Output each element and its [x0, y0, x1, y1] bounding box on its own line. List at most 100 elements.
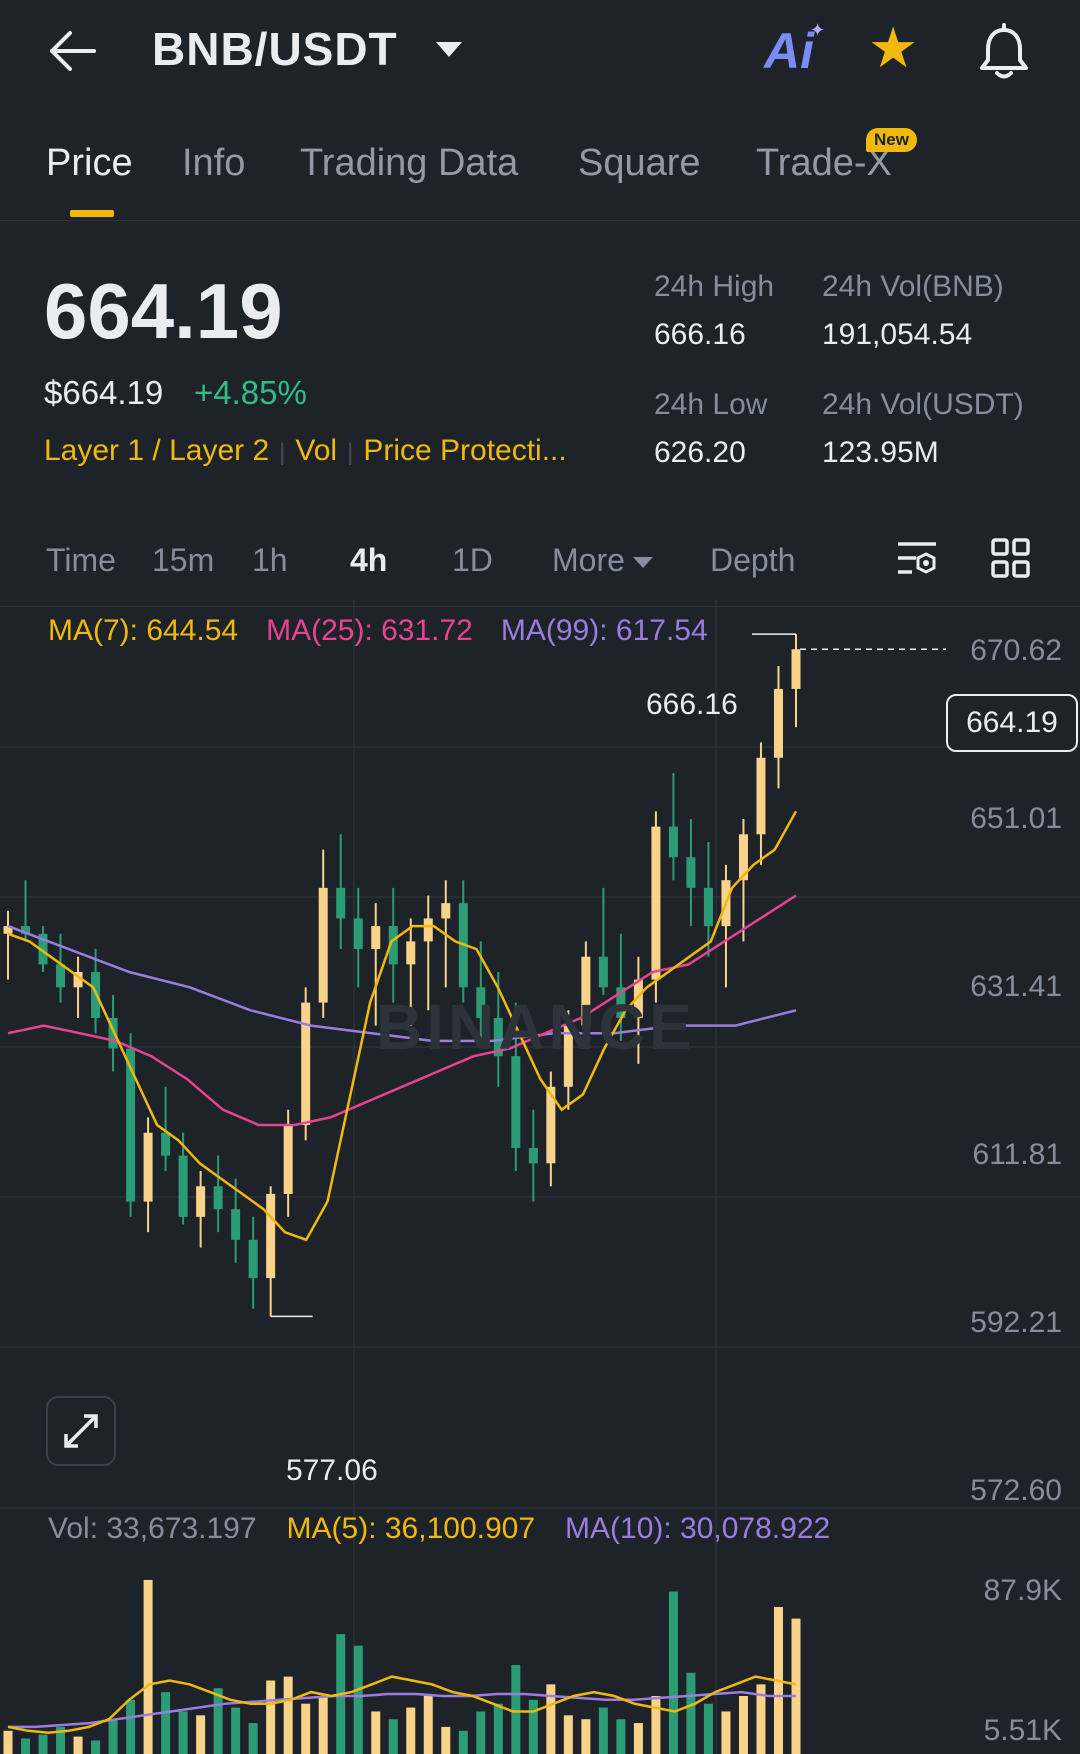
interval-bar: Time 15m 1h 4h 1D More Depth [0, 536, 1080, 607]
volume-axis-label: 87.9K [983, 1574, 1062, 1607]
ai-assistant-icon[interactable]: Ai [764, 22, 814, 80]
tag-price-protection[interactable]: Price Protecti... [363, 434, 566, 467]
candle-body [703, 887, 713, 927]
candle-body [336, 887, 346, 919]
binance-watermark: BINANCE [376, 991, 696, 1063]
volume-bar [91, 1740, 101, 1754]
volume-bar [213, 1688, 223, 1754]
stat-high-value: 666.16 [654, 318, 746, 351]
candle-body [266, 1193, 276, 1279]
candle-body [248, 1239, 258, 1279]
tab-price[interactable]: Price [46, 142, 133, 185]
favorite-star-icon[interactable]: ★ [868, 20, 918, 76]
candle-body [791, 649, 801, 689]
tab-info[interactable]: Info [182, 142, 245, 185]
notification-bell-icon[interactable] [976, 22, 1032, 82]
volume-ma5-value: MA(5): 36,100.907 [286, 1512, 536, 1545]
volume-bar [581, 1719, 591, 1754]
interval-depth[interactable]: Depth [710, 542, 795, 579]
volume-value: Vol: 33,673.197 [48, 1512, 257, 1545]
volume-bar [283, 1676, 293, 1754]
candle-body [196, 1186, 206, 1217]
interval-15m[interactable]: 15m [152, 542, 214, 579]
stat-vol-usdt-value: 123.95M [822, 436, 939, 469]
fullscreen-button[interactable] [46, 1396, 116, 1466]
candle-body [511, 1056, 521, 1149]
volume-bar [196, 1715, 206, 1754]
volume-bar [493, 1703, 503, 1754]
stat-high-label: 24h High [654, 270, 775, 303]
tag-list: Layer 1 / Layer 2 | Vol | Price Protecti... [44, 434, 567, 468]
volume-bar [231, 1707, 241, 1754]
volume-bar [476, 1711, 486, 1754]
tag-vol[interactable]: Vol [295, 434, 337, 467]
high-marker-label: 666.16 [646, 688, 738, 721]
candle-body [143, 1132, 153, 1202]
stat-low-label: 24h Low [654, 388, 768, 421]
pair-dropdown-caret-icon[interactable] [436, 42, 462, 57]
volume-bar [38, 1734, 48, 1754]
candle-body [686, 857, 696, 888]
tag-separator: | [279, 439, 286, 466]
chart-settings-icon[interactable] [894, 536, 940, 582]
volume-bar [721, 1711, 731, 1754]
volume-bar [528, 1699, 538, 1754]
y-axis-label: 592.21 [970, 1306, 1062, 1339]
grid-layout-icon[interactable] [990, 536, 1032, 582]
y-axis-label: 572.60 [970, 1474, 1062, 1507]
candlestick-chart[interactable] [0, 600, 1080, 1754]
y-axis-label: 651.01 [970, 802, 1062, 835]
volume-bar [738, 1695, 748, 1754]
volume-bar [441, 1726, 451, 1754]
price-change-percent: +4.85% [194, 374, 307, 411]
candle-body [178, 1155, 188, 1217]
candle-body [318, 887, 328, 1003]
volume-bar [616, 1719, 626, 1754]
volume-bar [161, 1692, 171, 1754]
volume-bar [21, 1738, 31, 1754]
stat-vol-usdt-label: 24h Vol(USDT) [822, 388, 1024, 421]
tab-square[interactable]: Square [578, 142, 701, 185]
volume-bar [353, 1645, 363, 1754]
candle-body [756, 757, 766, 835]
tag-layer[interactable]: Layer 1 / Layer 2 [44, 434, 269, 467]
volume-bar [388, 1719, 398, 1754]
volume-bar [563, 1715, 573, 1754]
expand-arrows-icon [64, 1414, 98, 1448]
volume-bar [73, 1736, 83, 1754]
volume-bar [108, 1719, 118, 1754]
active-tab-indicator [70, 210, 114, 217]
interval-1d[interactable]: 1D [452, 542, 493, 579]
new-badge: New [866, 128, 917, 152]
last-price: 664.19 [44, 267, 283, 355]
current-price-tag[interactable]: 664.19 [946, 694, 1078, 752]
volume-bar [301, 1703, 311, 1754]
back-arrow-icon[interactable] [44, 24, 104, 78]
volume-bar [633, 1723, 643, 1754]
volume-bar [3, 1730, 13, 1754]
interval-more[interactable]: More [552, 542, 653, 579]
stat-low-value: 626.20 [654, 436, 746, 469]
candle-body [126, 1048, 136, 1202]
volume-bar [668, 1591, 678, 1754]
volume-bar [458, 1730, 468, 1754]
more-caret-icon [632, 557, 653, 569]
volume-bar [791, 1618, 801, 1754]
usd-price: $664.19 [44, 374, 164, 411]
volume-bar [423, 1695, 433, 1754]
volume-bar [651, 1695, 661, 1754]
volume-bar [248, 1723, 258, 1754]
interval-1h[interactable]: 1h [252, 542, 288, 579]
interval-4h[interactable]: 4h [350, 542, 387, 579]
low-marker-label: 577.06 [286, 1454, 378, 1487]
volume-bar [703, 1703, 713, 1754]
volume-bar [406, 1707, 416, 1754]
candle-body [213, 1186, 223, 1210]
interval-time[interactable]: Time [46, 542, 116, 579]
pair-title[interactable]: BNB/USDT [152, 22, 398, 76]
volume-bar [598, 1707, 608, 1754]
stat-vol-bnb-value: 191,054.54 [822, 318, 973, 351]
tab-trading-data[interactable]: Trading Data [300, 142, 518, 185]
candle-body [353, 918, 363, 950]
volume-bar [143, 1579, 153, 1754]
